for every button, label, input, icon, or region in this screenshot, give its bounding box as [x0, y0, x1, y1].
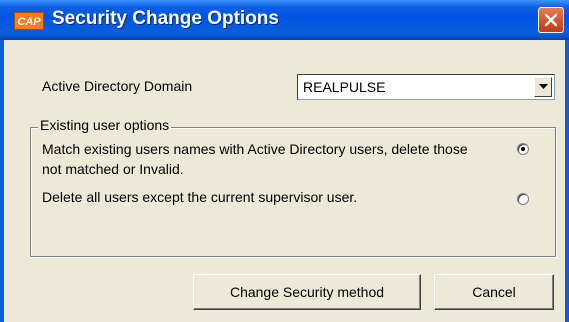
- dropdown-button[interactable]: [534, 77, 552, 97]
- app-icon: CAP: [14, 12, 44, 30]
- window-frame-right: [565, 40, 569, 322]
- option-match-users-radio[interactable]: [517, 143, 529, 155]
- domain-dropdown[interactable]: REALPULSE: [297, 74, 555, 100]
- close-icon: [544, 13, 558, 27]
- domain-value: REALPULSE: [303, 79, 386, 95]
- domain-label: Active Directory Domain: [42, 78, 193, 94]
- title-bar[interactable]: CAP Security Change Options: [0, 0, 569, 40]
- change-security-method-button[interactable]: Change Security method: [193, 274, 421, 310]
- option-delete-users-label: Delete all users except the current supe…: [42, 189, 358, 205]
- option-match-users-label: Match existing users names with Active D…: [42, 141, 468, 177]
- chevron-down-icon: [539, 84, 548, 89]
- group-legend: Existing user options: [38, 117, 172, 133]
- window-title: Security Change Options: [52, 8, 279, 29]
- option-delete-users-radio[interactable]: [517, 193, 529, 205]
- close-button[interactable]: [538, 7, 564, 33]
- window-frame-left: [0, 40, 4, 322]
- cancel-button[interactable]: Cancel: [434, 274, 554, 310]
- dialog-window: CAP Security Change Options Active Direc…: [0, 0, 569, 322]
